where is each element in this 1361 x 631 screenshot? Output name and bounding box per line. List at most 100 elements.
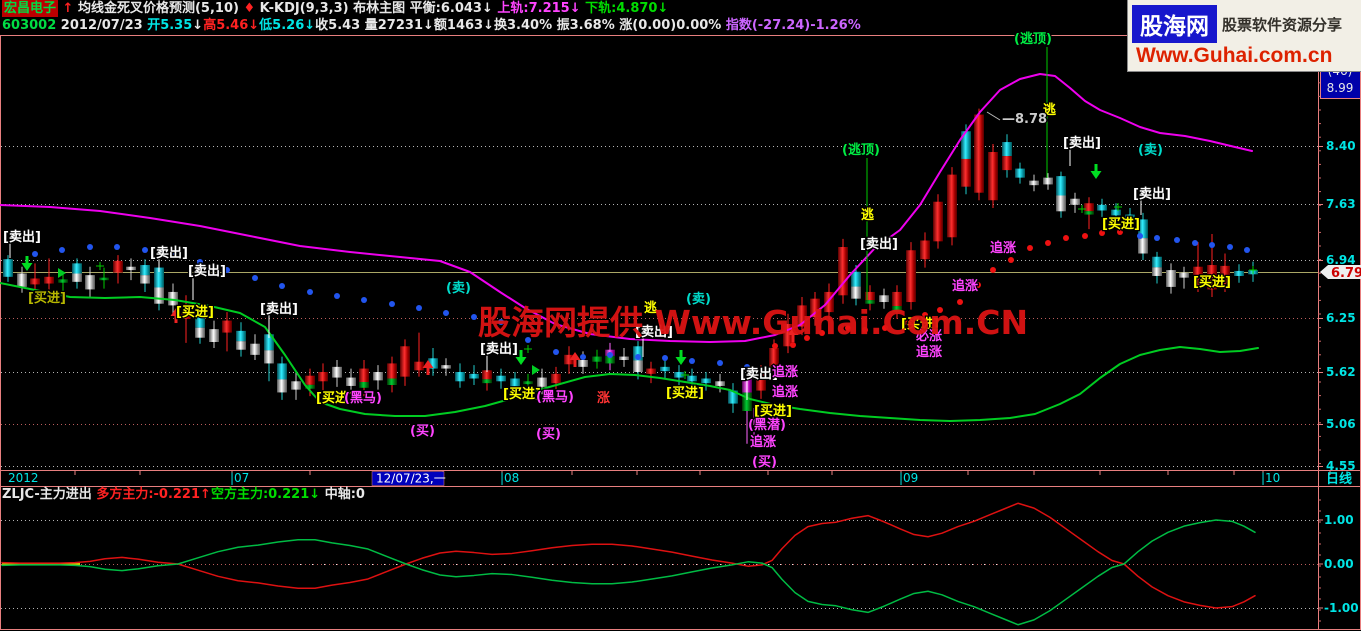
- candle-body: [140, 275, 150, 284]
- candle-body: [17, 273, 27, 287]
- quote-info-segment: 量27231: [364, 18, 423, 33]
- blue-dot: [635, 354, 641, 360]
- candle-body: [1056, 176, 1066, 196]
- candle-body: [1084, 211, 1094, 215]
- candle-body: [318, 372, 328, 382]
- date-axis: 2012 |07 |08 |09 |10 12/07/23,一 日线: [8, 471, 1352, 487]
- price-axis-label: 5.62: [1326, 365, 1356, 379]
- candle-body: [1097, 204, 1107, 211]
- candle-body: [373, 372, 383, 381]
- signal-label: (黑潜): [748, 417, 786, 433]
- red-dot: [1045, 240, 1051, 246]
- candle-body: [236, 341, 246, 350]
- blue-dot: [553, 349, 559, 355]
- signal-label: 追涨: [916, 344, 942, 360]
- candle-body: [988, 152, 998, 201]
- candle-body: [687, 375, 697, 382]
- watermark-text: 股海网提供 Www.Guhai.Com.CN: [478, 303, 1029, 342]
- sub-indicator-segment: 中轴:0: [320, 487, 365, 502]
- sub-indicator-segment: ZLJC-主力进出: [2, 487, 97, 502]
- quote-info-segment: 2012/07/23: [56, 18, 148, 33]
- signal-label: (买): [536, 427, 561, 442]
- indicator-info-segment: ↓: [481, 1, 498, 16]
- info-box-line2: 8.99: [1327, 81, 1354, 95]
- signal-label: 追涨: [772, 364, 798, 380]
- date-axis-label: |08: [500, 471, 519, 485]
- blue-dot: [1174, 237, 1180, 243]
- candle-body: [1234, 270, 1244, 276]
- signal-label: —8.78: [1002, 112, 1047, 127]
- indicator-info-segment: K-KDJ(9,3,3) 布林主图: [255, 1, 410, 16]
- sub-indicator-panel: 1.00 0.00 -1.00: [1, 499, 1359, 622]
- candle-body: [359, 382, 369, 388]
- candle-body: [140, 265, 150, 276]
- last-price-value: 6.79: [1331, 266, 1361, 281]
- period-label[interactable]: 日线: [1326, 471, 1352, 487]
- candle-body: [1070, 198, 1080, 205]
- sell-arrow-down-icon: [21, 256, 33, 271]
- signal-annotations: [卖出][卖出][卖出][卖出][卖出][卖出][卖出][卖出][卖出][卖出]…: [2, 30, 1257, 471]
- candle-body: [1152, 256, 1162, 268]
- candle-body: [1111, 209, 1121, 216]
- quote-info-segment: 换3.40% 振3.68% 涨(0.00)0.00%: [494, 18, 726, 33]
- signal-label: 追涨: [772, 384, 798, 400]
- date-axis-label: |09: [899, 471, 918, 485]
- quote-info-segment: 603002: [2, 18, 57, 33]
- candle-body: [332, 366, 342, 378]
- signal-label: [买进]: [754, 404, 792, 419]
- blue-dot: [1227, 244, 1233, 250]
- signal-label: (卖): [1138, 142, 1163, 158]
- candle-body: [660, 366, 670, 372]
- indicator-info-segment: 均线金死叉价格预测(5,10): [73, 1, 244, 16]
- blue-dot: [1244, 247, 1250, 253]
- sub-indicator-header: ZLJC-主力进出 多方主力:-0.221↑空方主力:0.221↓ 中轴:0: [2, 488, 365, 502]
- blue-dot: [607, 352, 613, 358]
- signal-label: [买进]: [176, 305, 214, 320]
- sell-arrow-down-icon: [1090, 164, 1102, 179]
- candle-body: [1084, 203, 1094, 212]
- buy-triangle-icon: [58, 268, 66, 278]
- signal-label: [卖出]: [260, 301, 298, 317]
- candle-body: [414, 361, 424, 371]
- quote-info-segment: ↓: [423, 18, 434, 33]
- bear-force-line: [1, 519, 1256, 626]
- signal-label: 涨: [596, 391, 610, 406]
- selected-date-text: 12/07/23,一: [376, 472, 446, 486]
- candle-body: [277, 363, 287, 380]
- sub-axis-label: -1.00: [1324, 601, 1359, 615]
- blue-dot: [59, 247, 65, 253]
- signal-label: (黑马): [536, 390, 574, 405]
- candle-body: [346, 377, 356, 386]
- candle-body: [113, 260, 123, 273]
- callout-line: [986, 111, 1001, 121]
- candle-body: [1179, 272, 1189, 278]
- candle-body: [58, 279, 68, 283]
- signal-label: [买进]: [28, 291, 66, 306]
- blue-dot: [114, 244, 120, 250]
- candle-body: [523, 381, 533, 385]
- signal-label: [买进]: [1102, 217, 1140, 232]
- signal-label: [卖出]: [188, 263, 226, 279]
- candle-body: [1166, 270, 1176, 287]
- candle-body: [3, 259, 13, 277]
- signal-label: (买): [752, 455, 777, 470]
- blue-dot: [87, 244, 93, 250]
- bull-force-line: [1, 502, 1256, 609]
- blue-dot: [443, 310, 449, 316]
- price-axis-label: 8.40: [1326, 139, 1356, 153]
- candle-body: [1002, 142, 1012, 157]
- candle-body: [633, 360, 643, 372]
- candle-body: [1029, 180, 1039, 186]
- quote-info-segment: 额1463: [433, 18, 484, 33]
- candle-body: [195, 327, 205, 338]
- candle-body: [387, 363, 397, 379]
- indicator-info-segment: 宏昌电子: [2, 0, 59, 17]
- blue-dot: [1154, 235, 1160, 241]
- candle-body: [510, 378, 520, 387]
- site-logo: 股海网 股票软件资源分享 Www.Guhai.com.cn: [1127, 0, 1361, 72]
- candle-body: [619, 356, 629, 360]
- quote-info-segment: ↓: [192, 18, 204, 33]
- candle-body: [85, 275, 95, 290]
- candle-body: [72, 273, 82, 282]
- sub-axis-label: 1.00: [1324, 513, 1354, 527]
